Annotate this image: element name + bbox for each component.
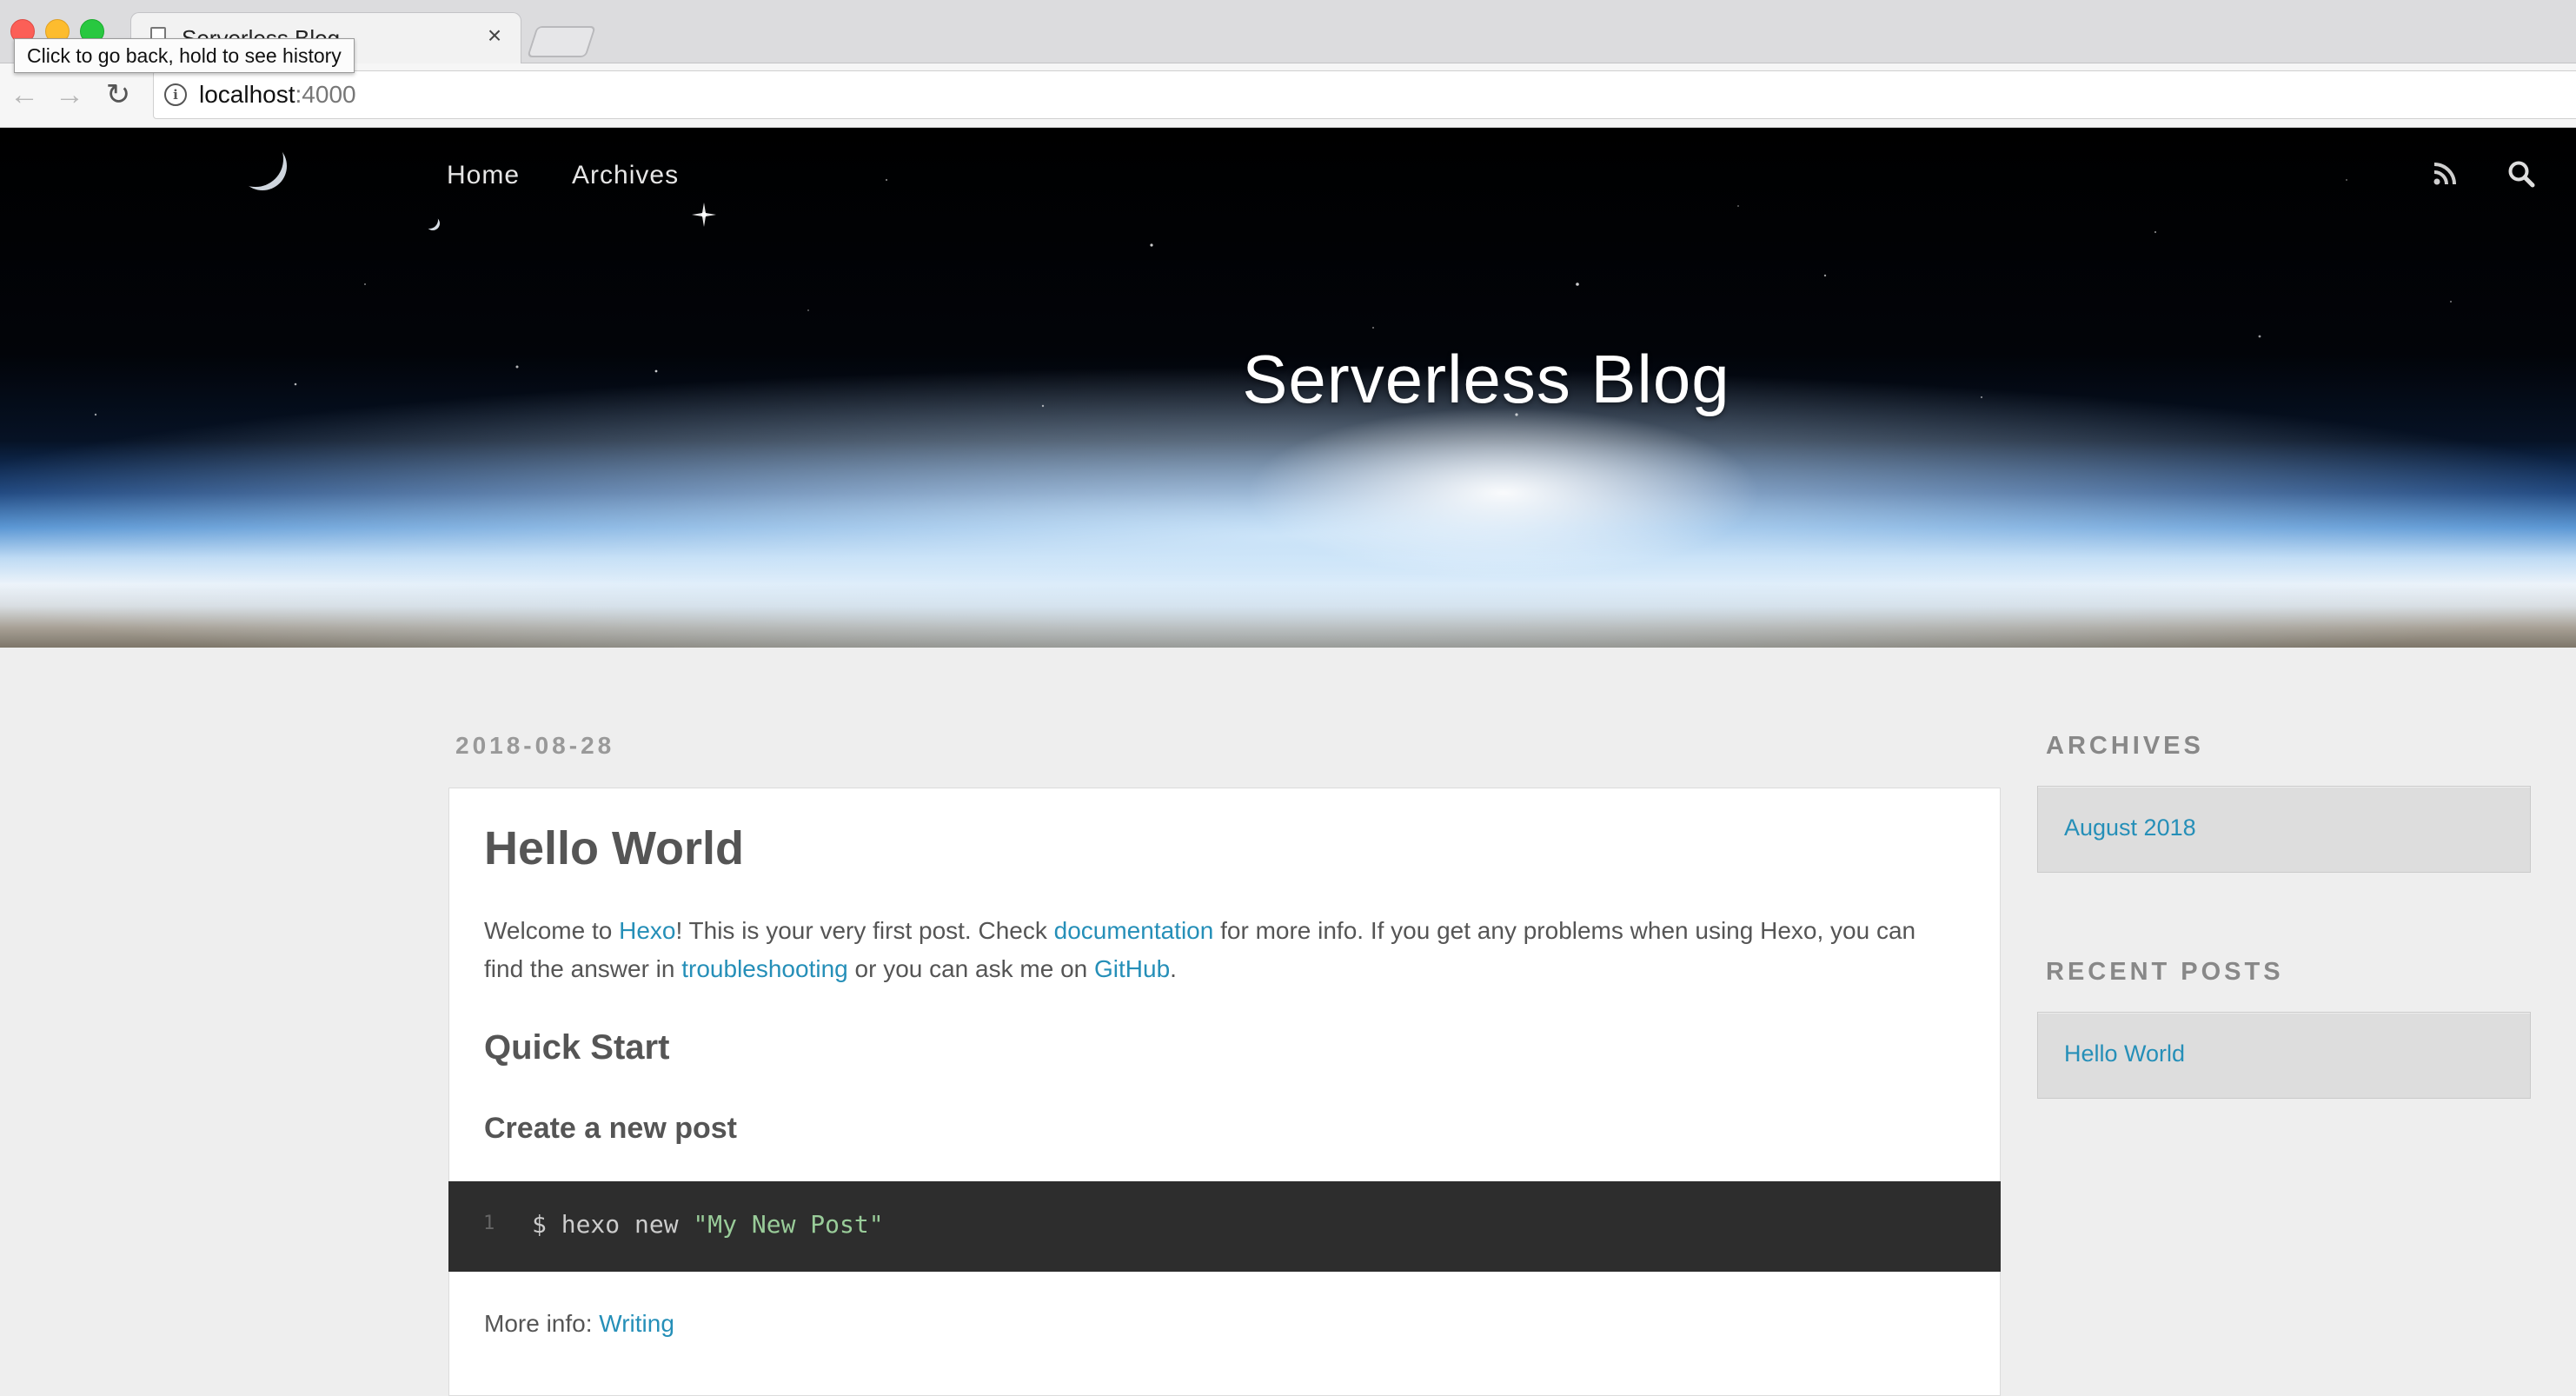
code-line: $ hexo new "My New Post" [532, 1210, 884, 1239]
moon-crescent [421, 211, 438, 229]
search-icon[interactable] [2506, 159, 2536, 189]
archives-widget: August 2018 [2037, 786, 2531, 873]
archive-link-august-2018[interactable]: August 2018 [2064, 814, 2196, 841]
forward-button[interactable]: → [50, 76, 89, 114]
info-icon[interactable]: i [164, 83, 187, 106]
code-block[interactable]: 1 $ hexo new "My New Post" [448, 1181, 2001, 1272]
code-line-number: 1 [483, 1213, 495, 1234]
tab-close-button[interactable]: × [481, 22, 508, 50]
url-text[interactable]: localhost:4000 [199, 81, 356, 109]
post-date[interactable]: 2018-08-28 [455, 732, 614, 760]
back-button[interactable]: ← [5, 76, 43, 114]
more-info-line: More info: Writing [484, 1310, 674, 1337]
address-bar[interactable]: i localhost:4000 [153, 70, 2576, 119]
browser-toolbar: ← → ↻ i localhost:4000 [0, 63, 2576, 128]
post-intro-paragraph: Welcome to Hexo! This is your very first… [484, 917, 1916, 982]
heading-create-post: Create a new post [484, 1112, 737, 1145]
link-documentation[interactable]: documentation [1054, 917, 1214, 944]
nav-link-archives[interactable]: Archives [572, 161, 679, 190]
link-github[interactable]: GitHub [1094, 955, 1170, 982]
planet-crescent [228, 131, 283, 187]
nav-link-home[interactable]: Home [447, 161, 520, 190]
link-writing[interactable]: Writing [599, 1310, 674, 1337]
archives-widget-title: ARCHIVES [2046, 732, 2204, 760]
recent-posts-widget: Hello World [2037, 1012, 2531, 1099]
recent-post-link-hello-world[interactable]: Hello World [2064, 1040, 2185, 1067]
link-hexo[interactable]: Hexo [619, 917, 675, 944]
new-tab-button[interactable] [527, 26, 596, 57]
reload-button[interactable]: ↻ [99, 76, 137, 114]
rss-icon[interactable] [2432, 161, 2458, 187]
main-nav: Home Archives [447, 161, 679, 190]
recent-posts-widget-title: RECENT POSTS [2046, 958, 2284, 986]
heading-quick-start: Quick Start [484, 1028, 670, 1067]
back-button-tooltip: Click to go back, hold to see history [14, 38, 355, 73]
post-card: Hello World Welcome to Hexo! This is you… [448, 788, 2001, 1396]
hero-banner: Home Archives Serverless Blog [0, 128, 2576, 648]
link-troubleshooting[interactable]: troubleshooting [681, 955, 847, 982]
site-title[interactable]: Serverless Blog [1130, 340, 1842, 419]
browser-tab-bar: Serverless Blog × [0, 0, 2576, 63]
post-title[interactable]: Hello World [484, 821, 744, 875]
